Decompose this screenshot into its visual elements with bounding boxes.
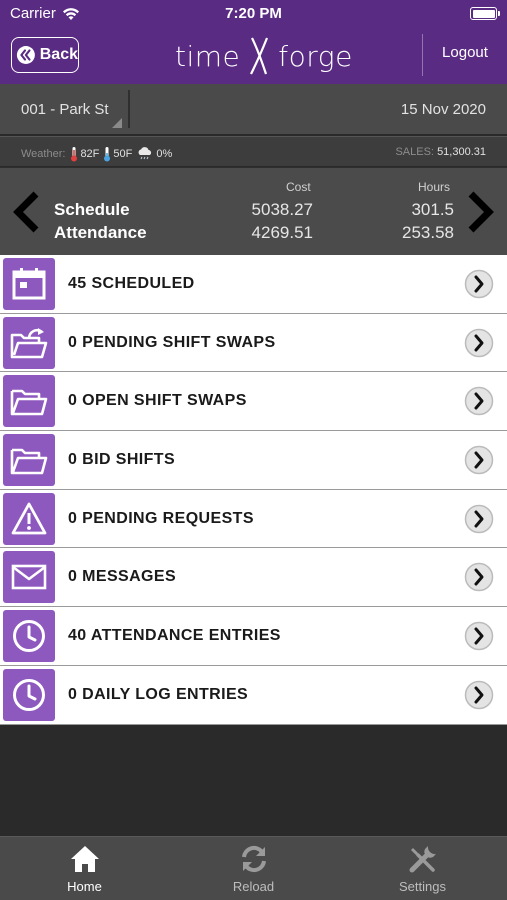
folder-open-icon xyxy=(10,448,48,475)
cloud-rain-icon xyxy=(138,147,152,160)
date-label[interactable]: 15 Nov 2020 xyxy=(401,101,486,118)
warning-icon xyxy=(11,502,47,535)
schedule-hours: 301.5 xyxy=(411,200,454,219)
list-item-label: 0 PENDING SHIFT SWAPS xyxy=(68,333,276,351)
clock-icon xyxy=(13,678,45,711)
cost-header: Cost xyxy=(286,180,311,194)
list-item-scheduled[interactable]: 45 SCHEDULED xyxy=(0,255,507,314)
home-icon xyxy=(70,846,99,872)
store-label: 001 - Park St xyxy=(21,101,109,118)
list-item-attendance-entries[interactable]: 40 ATTENDANCE ENTRIES xyxy=(0,607,507,666)
store-selector[interactable]: 001 - Park St xyxy=(0,84,128,134)
calendar-icon xyxy=(12,268,46,300)
schedule-cost: 5038.27 xyxy=(251,200,313,219)
list-item-label: 45 SCHEDULED xyxy=(68,275,195,292)
folder-open-icon xyxy=(10,390,48,416)
timeforge-logo: time forge xyxy=(175,36,353,76)
list-item-label: 0 OPEN SHIFT SWAPS xyxy=(68,392,247,410)
tab-home[interactable]: Home xyxy=(0,837,169,900)
list-item-pending-requests[interactable]: 0 PENDING REQUESTS xyxy=(0,489,507,549)
battery-icon xyxy=(470,7,500,20)
logo-x-icon xyxy=(250,37,269,75)
chevron-right-icon xyxy=(464,504,494,533)
tab-bar: Home Reload Settings xyxy=(0,836,507,900)
list-item-icon-box xyxy=(3,492,55,545)
sales-label: SALES: xyxy=(395,146,434,158)
chevron-right-icon xyxy=(464,621,494,651)
logout-button[interactable]: Logout xyxy=(430,44,500,61)
list-item-label: 0 BID SHIFTS xyxy=(68,451,176,469)
weather-bar: Weather: 82F 50F 0% SALES: 51,300.31 xyxy=(0,136,507,166)
summary-panel: Cost Hours Schedule 5038.27 301.5 Attend… xyxy=(0,167,507,255)
thermometer-cold-icon xyxy=(104,147,111,162)
back-label: Back xyxy=(39,46,78,63)
folder-swap-icon xyxy=(10,327,48,358)
chevron-right-icon xyxy=(464,445,494,475)
tab-home-label: Home xyxy=(67,879,102,894)
chevron-right-icon xyxy=(464,387,494,416)
weather-low: 50F xyxy=(113,148,133,160)
double-chevron-left-icon xyxy=(16,46,35,64)
sales-info: SALES: 51,300.31 xyxy=(395,146,486,158)
envelope-icon xyxy=(11,565,47,590)
attendance-label: Attendance xyxy=(54,223,147,242)
status-bar: Carrier 7:20 PM xyxy=(0,0,507,28)
store-bar: 001 - Park St 15 Nov 2020 xyxy=(0,84,507,134)
reload-icon xyxy=(241,845,266,873)
back-button[interactable]: Back xyxy=(11,37,79,73)
tab-reload[interactable]: Reload xyxy=(169,837,338,900)
chevron-right-icon xyxy=(464,680,494,710)
list-item-icon-box xyxy=(3,316,55,369)
tab-settings-label: Settings xyxy=(399,879,446,894)
logo-text-right: forge xyxy=(278,39,353,73)
sales-value: 51,300.31 xyxy=(437,146,486,158)
weather-info: Weather: 82F 50F 0% xyxy=(21,146,176,162)
top-bar: Carrier 7:20 PM Back time forge Logout xyxy=(0,0,507,84)
store-divider xyxy=(128,90,130,128)
weather-label: Weather: xyxy=(21,148,66,160)
list-item-icon-box xyxy=(3,610,55,663)
list-item-label: 40 ATTENDANCE ENTRIES xyxy=(68,627,281,645)
hours-header: Hours xyxy=(418,180,451,194)
list-item-bid-shifts[interactable]: 0 BID SHIFTS xyxy=(0,431,507,490)
attendance-hours: 253.58 xyxy=(402,223,454,242)
status-time: 7:20 PM xyxy=(225,5,282,22)
logo-text-left: time xyxy=(175,39,241,73)
list-item-icon-box xyxy=(3,668,55,721)
chevron-right-icon xyxy=(464,269,494,299)
previous-arrow-icon[interactable] xyxy=(12,190,40,234)
list-item-label: 0 PENDING REQUESTS xyxy=(68,509,254,527)
clock-icon xyxy=(13,620,45,653)
dashboard-list: 45 SCHEDULED 0 PENDING SHIFT SWAPS 0 OPE… xyxy=(0,255,507,725)
list-item-pending-shift-swaps[interactable]: 0 PENDING SHIFT SWAPS xyxy=(0,313,507,373)
chevron-right-icon xyxy=(464,563,494,592)
list-item-icon-box xyxy=(3,551,55,604)
list-item-messages[interactable]: 0 MESSAGES xyxy=(0,548,507,608)
list-item-icon-box xyxy=(3,375,55,428)
thermometer-hot-icon xyxy=(71,147,78,162)
list-item-label: 0 DAILY LOG ENTRIES xyxy=(68,685,249,703)
schedule-label: Schedule xyxy=(54,200,130,219)
list-item-open-shift-swaps[interactable]: 0 OPEN SHIFT SWAPS xyxy=(0,372,507,432)
tab-settings[interactable]: Settings xyxy=(338,837,507,900)
chevron-right-icon xyxy=(464,328,494,357)
tab-reload-label: Reload xyxy=(232,879,275,894)
next-arrow-icon[interactable] xyxy=(467,190,495,234)
attendance-cost: 4269.51 xyxy=(251,223,313,242)
weather-precip: 0% xyxy=(156,148,173,160)
list-item-daily-log-entries[interactable]: 0 DAILY LOG ENTRIES xyxy=(0,665,507,725)
list-item-icon-box xyxy=(3,258,55,310)
weather-high: 82F xyxy=(80,148,100,160)
nav-divider xyxy=(422,34,423,76)
dropdown-corner-icon xyxy=(112,118,122,128)
list-item-label: 0 MESSAGES xyxy=(68,568,177,586)
list-item-icon-box xyxy=(3,434,55,487)
settings-icon xyxy=(409,846,436,873)
